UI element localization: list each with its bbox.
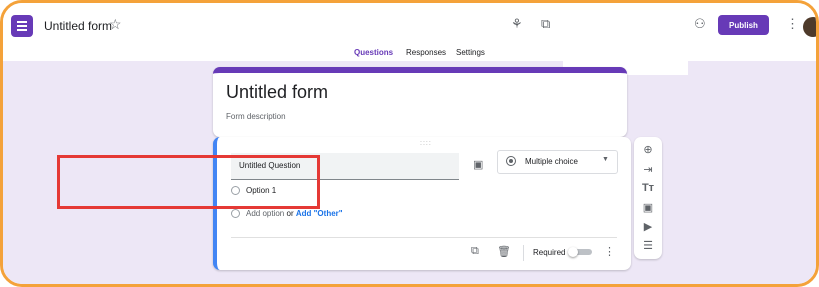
publish-button[interactable]: Publish [718, 15, 769, 35]
side-toolbar: ⊕ ⇥ Tт ▣ ▶ ☰ [634, 137, 662, 259]
add-person-icon[interactable]: ⚇ [694, 16, 706, 32]
duplicate-icon[interactable]: ⧉ [471, 245, 479, 258]
or-text: or [286, 209, 294, 218]
top-bar: Untitled form ☆ ⚘ ⧉ ⚇ Publish ⋮ [3, 3, 816, 47]
add-image-icon[interactable]: ▣ [473, 158, 483, 171]
add-title-icon[interactable]: Tт [640, 182, 656, 194]
add-question-icon[interactable]: ⊕ [640, 143, 656, 156]
required-label: Required [533, 248, 566, 257]
footer-divider [231, 237, 617, 238]
add-video-icon[interactable]: ▶ [640, 220, 656, 233]
tab-responses[interactable]: Responses [406, 48, 446, 57]
star-icon[interactable]: ☆ [109, 16, 122, 33]
import-question-icon[interactable]: ⇥ [640, 163, 656, 176]
forms-icon[interactable] [11, 15, 33, 37]
add-option-link[interactable]: Add option [246, 209, 284, 218]
option-radio-icon [231, 209, 240, 219]
question-type-label: Multiple choice [525, 157, 578, 166]
screen-frame: Untitled form ☆ ⚘ ⧉ ⚇ Publish ⋮ Question… [0, 0, 819, 287]
question-type-select[interactable]: Multiple choice ▼ [497, 150, 618, 174]
toggle-knob [568, 247, 578, 257]
add-other-link[interactable]: Add "Other" [296, 209, 343, 218]
add-section-icon[interactable]: ☰ [640, 239, 656, 252]
footer-separator [523, 245, 524, 261]
form-title-card: Untitled form Form description [213, 67, 627, 137]
question-more-icon[interactable]: ⋮ [604, 245, 615, 258]
palette-icon[interactable]: ⚘ [511, 16, 523, 32]
tab-settings[interactable]: Settings [456, 48, 485, 57]
highlight-box [57, 155, 320, 209]
preview-icon[interactable]: ⧉ [541, 16, 550, 32]
tab-questions[interactable]: Questions [354, 48, 393, 57]
form-title[interactable]: Untitled form [226, 82, 328, 103]
required-toggle[interactable] [568, 247, 594, 257]
drag-handle[interactable]: :::: [420, 140, 432, 147]
document-title[interactable]: Untitled form [44, 19, 112, 33]
more-vert-icon[interactable]: ⋮ [786, 16, 799, 32]
chevron-down-icon: ▼ [602, 156, 609, 163]
add-option-row: Add option or Add "Other" [231, 209, 343, 219]
delete-icon[interactable]: 🗑 [497, 245, 511, 258]
add-image-icon[interactable]: ▣ [640, 201, 656, 214]
radio-icon [506, 156, 516, 166]
form-description[interactable]: Form description [226, 112, 286, 121]
avatar[interactable] [803, 17, 816, 37]
